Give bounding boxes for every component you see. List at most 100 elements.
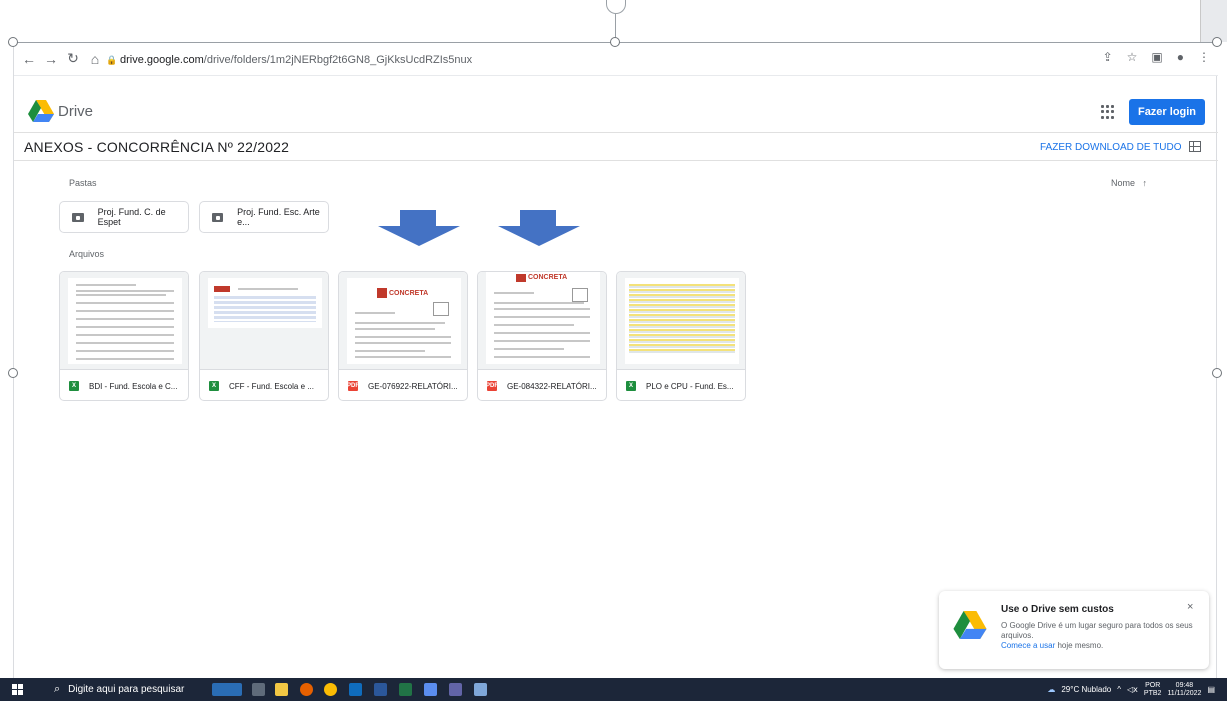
- firefox-icon[interactable]: [300, 683, 313, 696]
- reload-icon[interactable]: ↻: [62, 50, 84, 67]
- header-divider: [14, 132, 1218, 133]
- word-icon[interactable]: [374, 683, 387, 696]
- folder-name: Proj. Fund. C. de Espet: [97, 207, 166, 227]
- apps-grid-icon[interactable]: [1101, 105, 1115, 119]
- file-thumbnail: [60, 272, 188, 370]
- toast-text: O Google Drive é um lugar seguro para to…: [1001, 621, 1201, 651]
- back-icon[interactable]: ←: [18, 51, 40, 67]
- resize-handle[interactable]: [1212, 37, 1222, 47]
- file-thumbnail: CONCRETA: [339, 272, 467, 370]
- clock[interactable]: 09:48 11/11/2022: [1167, 682, 1201, 698]
- home-icon[interactable]: ⌂: [84, 51, 106, 67]
- file-explorer-icon[interactable]: [275, 683, 288, 696]
- url-host: drive.google.com: [120, 54, 204, 66]
- down-arrow-annotation: [378, 210, 460, 246]
- chrome-icon[interactable]: [324, 683, 337, 696]
- clock-date: 11/11/2022: [1167, 689, 1202, 697]
- salvador-app-icon[interactable]: [212, 683, 242, 696]
- shared-folder-icon: [72, 212, 84, 222]
- pasted-screenshot[interactable]: ← → ↻ ⌂ 🔒 drive.google.com/drive/folders…: [13, 42, 1218, 678]
- sheets-file-icon: X: [69, 381, 79, 391]
- lock-icon: 🔒: [106, 54, 118, 65]
- cloud-icon: ☁: [1047, 685, 1056, 694]
- outlook-icon[interactable]: [349, 683, 362, 696]
- file-card[interactable]: X BDI - Fund. Escola e C...: [59, 271, 189, 401]
- toast-body: O Google Drive é um lugar seguro para to…: [1001, 621, 1193, 640]
- windows-taskbar: ⌕ Digite aqui para pesquisar ☁ 29°C Nubl…: [0, 678, 1227, 701]
- file-card[interactable]: CONCRETA PDF GE-076922-RELATÓRI...: [338, 271, 468, 401]
- language-top: POR: [1145, 681, 1161, 689]
- close-icon[interactable]: ×: [1187, 601, 1193, 613]
- toast-title: Use o Drive sem custos: [1001, 604, 1114, 615]
- drive-logo-icon[interactable]: [28, 100, 54, 122]
- folder-title: ANEXOS - CONCORRÊNCIA Nº 22/2022: [24, 139, 290, 155]
- system-tray: ☁ 29°C Nublado ^ ◁ⅹ POR PTB2 09:48 11/11…: [1047, 678, 1215, 701]
- volume-icon[interactable]: ◁ⅹ: [1127, 685, 1138, 694]
- resize-handle[interactable]: [1212, 368, 1222, 378]
- file-thumbnail: CONCRETA: [478, 272, 606, 370]
- clock-time: 09:48: [1175, 681, 1194, 689]
- address-bar[interactable]: 🔒 drive.google.com/drive/folders/1m2jNER…: [106, 49, 1106, 71]
- document-side-panel: [1200, 0, 1227, 42]
- file-card[interactable]: CONCRETA PDF GE-084322-RELATÓRI...: [477, 271, 607, 401]
- list-view-icon[interactable]: [1189, 141, 1201, 152]
- notification-icon[interactable]: ▤: [1207, 685, 1215, 694]
- pdf-file-icon: PDF: [347, 381, 359, 391]
- down-arrow-annotation: [498, 210, 580, 246]
- rotate-handle[interactable]: [606, 0, 626, 14]
- sort-arrow-icon[interactable]: ↑: [1143, 178, 1148, 188]
- file-thumbnail: [617, 272, 745, 370]
- rotate-handle-stem: [615, 14, 616, 38]
- task-view-icon[interactable]: [252, 683, 265, 696]
- file-name: GE-084322-RELATÓRI...: [507, 381, 597, 391]
- taskbar-search-placeholder: Digite aqui para pesquisar: [68, 684, 185, 695]
- drive-header: Drive Fazer login: [14, 94, 1218, 130]
- drive-brand[interactable]: Drive: [58, 103, 93, 120]
- thumb-brand: CONCRETA: [389, 290, 429, 297]
- pdf-file-icon: PDF: [486, 381, 498, 391]
- excel-icon[interactable]: [399, 683, 412, 696]
- drive-logo-icon: [953, 611, 987, 639]
- sort-label: Nome: [1111, 178, 1136, 188]
- windows-start-icon[interactable]: [12, 684, 23, 695]
- title-divider: [14, 160, 1218, 161]
- browser-actions: ⇪ ☆ ▣ ● ⋮: [1103, 50, 1210, 64]
- resize-handle[interactable]: [8, 368, 18, 378]
- side-panel-icon[interactable]: ▣: [1151, 50, 1162, 64]
- menu-kebab-icon[interactable]: ⋮: [1198, 50, 1210, 64]
- profile-icon[interactable]: ●: [1177, 50, 1184, 64]
- file-name: CFF - Fund. Escola e ...: [229, 381, 314, 391]
- file-card[interactable]: X PLO e CPU - Fund. Es...: [616, 271, 746, 401]
- folder-item[interactable]: Proj. Fund. C. de Espet: [59, 201, 189, 233]
- app-icon[interactable]: [474, 683, 487, 696]
- app-icon[interactable]: [424, 683, 437, 696]
- folders-section-label: Pastas: [69, 178, 97, 188]
- resize-handle[interactable]: [8, 37, 18, 47]
- download-all-button[interactable]: FAZER DOWNLOAD DE TUDO: [1040, 142, 1182, 153]
- bookmark-star-icon[interactable]: ☆: [1127, 50, 1138, 64]
- file-name: PLO e CPU - Fund. Es...: [646, 381, 734, 391]
- weather-text[interactable]: 29°C Nublado: [1061, 685, 1111, 694]
- resize-handle[interactable]: [610, 37, 620, 47]
- taskbar-search[interactable]: ⌕ Digite aqui para pesquisar: [42, 678, 202, 701]
- login-button[interactable]: Fazer login: [1129, 99, 1205, 125]
- folder-name: Proj. Fund. Esc. Arte e...: [237, 207, 320, 227]
- forward-icon[interactable]: →: [40, 51, 62, 67]
- sheets-file-icon: X: [209, 381, 219, 391]
- promo-toast: Use o Drive sem custos O Google Drive é …: [939, 591, 1209, 669]
- thumb-brand: CONCRETA: [528, 274, 568, 281]
- chevron-up-icon[interactable]: ^: [1117, 685, 1121, 694]
- teams-icon[interactable]: [449, 683, 462, 696]
- folder-item[interactable]: Proj. Fund. Esc. Arte e...: [199, 201, 329, 233]
- file-thumbnail: [200, 272, 328, 370]
- file-card[interactable]: X CFF - Fund. Escola e ...: [199, 271, 329, 401]
- sheets-file-icon: X: [626, 381, 636, 391]
- toast-link-suffix: hoje mesmo.: [1055, 641, 1104, 650]
- language-indicator[interactable]: POR PTB2: [1144, 682, 1162, 698]
- get-started-link[interactable]: Comece a usar: [1001, 641, 1055, 650]
- file-name: GE-076922-RELATÓRI...: [368, 381, 458, 391]
- share-icon[interactable]: ⇪: [1103, 50, 1113, 64]
- language-bottom: PTB2: [1143, 689, 1162, 697]
- sort-by-name[interactable]: Nome ↑: [1111, 178, 1147, 188]
- search-icon: ⌕: [54, 683, 61, 695]
